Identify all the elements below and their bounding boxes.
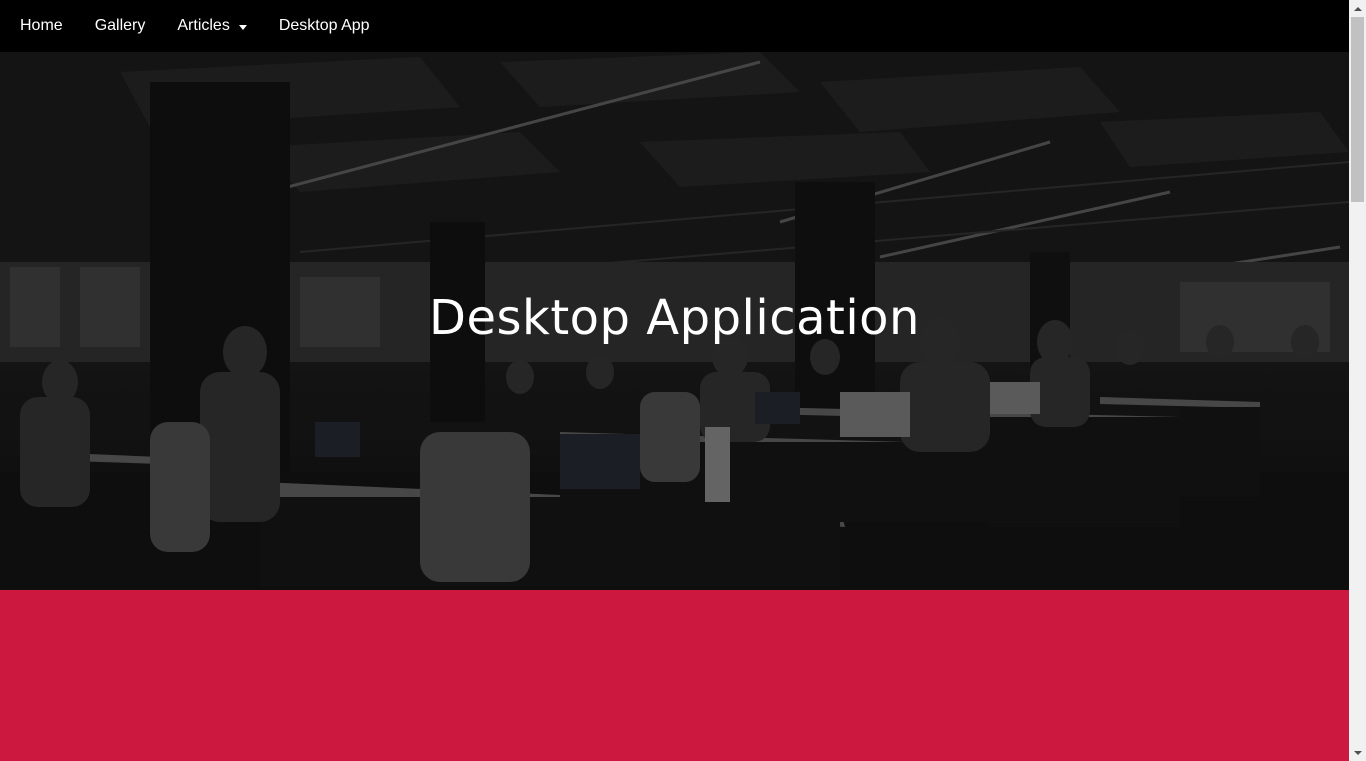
nav-home-label: Home bbox=[20, 17, 63, 34]
top-navbar: Home Gallery Articles Desktop App bbox=[0, 0, 1349, 52]
scroll-down-arrow-icon[interactable] bbox=[1349, 744, 1366, 761]
hero-title: Desktop Application bbox=[429, 290, 920, 346]
nav-articles-label: Articles bbox=[177, 17, 230, 34]
vertical-scrollbar[interactable] bbox=[1349, 0, 1366, 761]
page-viewport: Home Gallery Articles Desktop App Deskto… bbox=[0, 0, 1349, 761]
nav-gallery-link[interactable]: Gallery bbox=[95, 17, 146, 35]
hero-banner: Desktop Application bbox=[0, 52, 1349, 590]
red-content-section bbox=[0, 590, 1349, 761]
scroll-up-arrow-icon[interactable] bbox=[1349, 0, 1366, 17]
nav-articles-dropdown[interactable]: Articles bbox=[177, 17, 247, 35]
nav-desktop-app-label: Desktop App bbox=[278, 17, 370, 34]
caret-down-icon bbox=[238, 24, 247, 30]
nav-home-link[interactable]: Home bbox=[20, 17, 63, 35]
nav-gallery-label: Gallery bbox=[94, 17, 146, 34]
nav-desktop-app-link[interactable]: Desktop App bbox=[279, 17, 370, 35]
scrollbar-thumb[interactable] bbox=[1351, 17, 1364, 202]
